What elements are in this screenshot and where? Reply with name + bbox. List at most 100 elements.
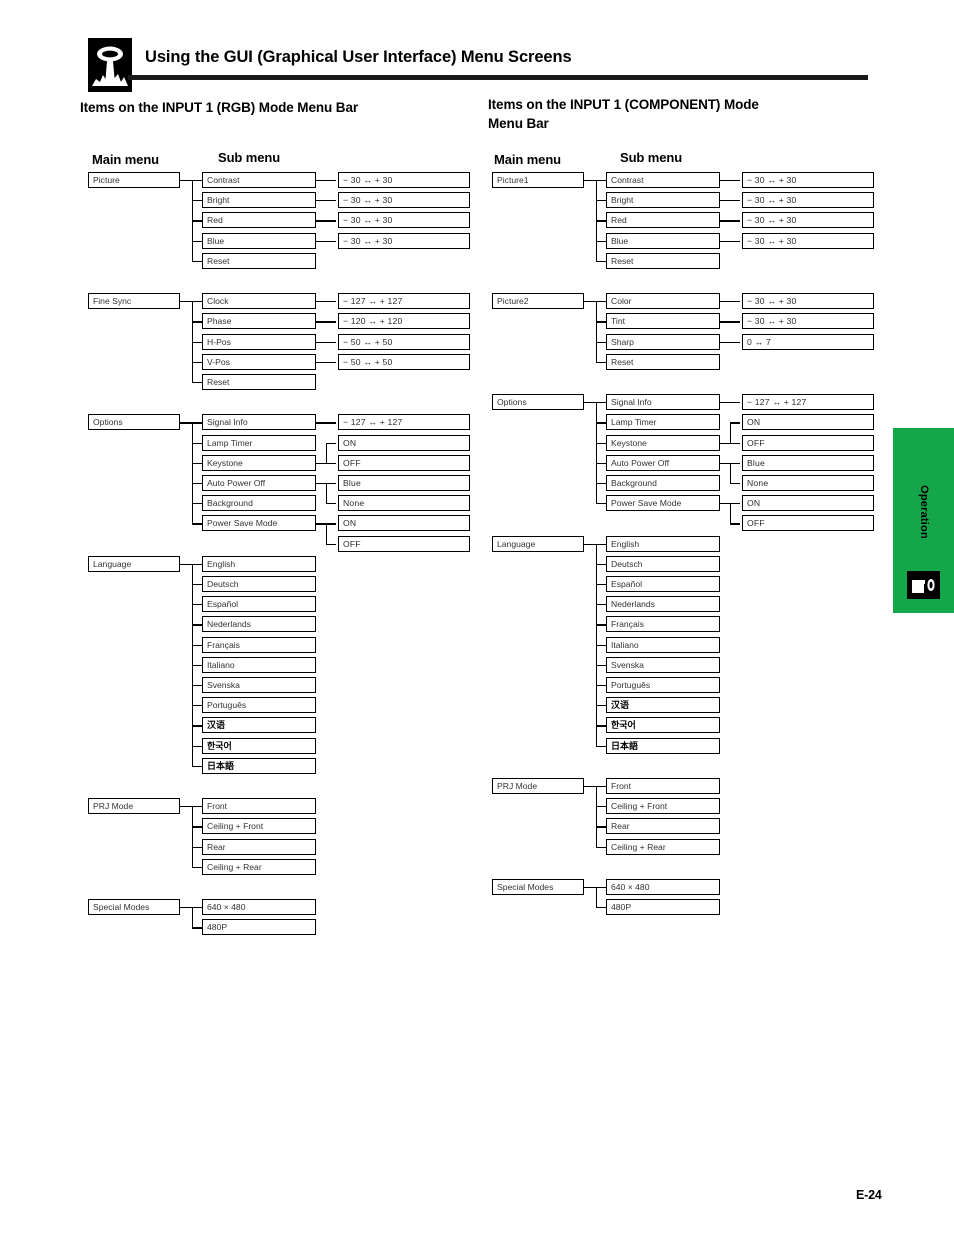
rgb-main-language[interactable]: Language — [88, 555, 180, 572]
rgb-sub-options-power-save-mode[interactable]: Power Save Mode — [202, 515, 316, 532]
rgb-value-50-50-9[interactable]: − 50 ↔ + 50 — [338, 353, 470, 370]
component-sub-picture2-sharp[interactable]: Sharp — [606, 333, 720, 350]
rgb-main-special-modes[interactable]: Special Modes — [88, 899, 180, 916]
component-value-on-16[interactable]: ON — [742, 495, 874, 512]
component-sub-options-background[interactable]: Background — [606, 475, 720, 491]
component-value-30-30-0[interactable]: − 30 ↔ + 30 — [742, 172, 874, 188]
rgb-sub-picture-red[interactable]: Red — [202, 212, 316, 229]
component-value-0-7-8[interactable]: 0 ↔ 7 — [742, 333, 874, 350]
rgb-value-30-30-0[interactable]: − 30 ↔ + 30 — [338, 172, 470, 188]
rgb-value-on-17[interactable]: ON — [338, 515, 470, 532]
component-sub-picture1-red[interactable]: Red — [606, 212, 720, 229]
component-sub-prj-mode-rear[interactable]: Rear — [606, 818, 720, 835]
component-sub-picture1-reset[interactable]: Reset — [606, 252, 720, 269]
rgb-sub-language-english[interactable]: English — [202, 555, 316, 572]
component-value-on-12[interactable]: ON — [742, 414, 874, 431]
side-tab-operation[interactable]: Operation — [893, 428, 954, 613]
component-sub-picture2-tint[interactable]: Tint — [606, 313, 720, 330]
rgb-sub-language-espa-ol[interactable]: Español — [202, 596, 316, 613]
rgb-sub-language-svenska[interactable]: Svenska — [202, 677, 316, 693]
rgb-sub-fine-sync-v-pos[interactable]: V-Pos — [202, 353, 316, 370]
rgb-value-none-16[interactable]: None — [338, 495, 470, 512]
rgb-sub-fine-sync-phase[interactable]: Phase — [202, 313, 316, 330]
rgb-sub-prj-mode-ceiling-rear[interactable]: Ceiling + Rear — [202, 858, 316, 875]
component-sub-prj-mode-ceiling-rear[interactable]: Ceiling + Rear — [606, 838, 720, 855]
component-sub-picture1-bright[interactable]: Bright — [606, 192, 720, 209]
component-value-30-30-6[interactable]: − 30 ↔ + 30 — [742, 293, 874, 310]
component-sub-options-auto-power-off[interactable]: Auto Power Off — [606, 454, 720, 471]
rgb-sub-picture-reset[interactable]: Reset — [202, 252, 316, 269]
component-sub-language-svenska[interactable]: Svenska — [606, 656, 720, 673]
component-value-30-30-7[interactable]: − 30 ↔ + 30 — [742, 313, 874, 330]
rgb-sub-language-item[interactable]: 한국어 — [202, 737, 316, 754]
component-value-off-17[interactable]: OFF — [742, 515, 874, 532]
component-sub-language-item[interactable]: 한국어 — [606, 717, 720, 734]
component-sub-picture1-blue[interactable]: Blue — [606, 232, 720, 249]
component-sub-options-power-save-mode[interactable]: Power Save Mode — [606, 495, 720, 512]
rgb-value-on-13[interactable]: ON — [338, 434, 470, 451]
component-sub-language-espa-ol[interactable]: Español — [606, 576, 720, 592]
rgb-value-50-50-8[interactable]: − 50 ↔ + 50 — [338, 333, 470, 350]
rgb-value-30-30-3[interactable]: − 30 ↔ + 30 — [338, 232, 470, 249]
rgb-sub-prj-mode-ceiling-front[interactable]: Ceiling + Front — [202, 818, 316, 835]
rgb-sub-options-signal-info[interactable]: Signal Info — [202, 414, 316, 431]
rgb-sub-picture-bright[interactable]: Bright — [202, 192, 316, 209]
component-value-30-30-1[interactable]: − 30 ↔ + 30 — [742, 192, 874, 209]
rgb-value-30-30-1[interactable]: − 30 ↔ + 30 — [338, 192, 470, 209]
rgb-sub-language-nederlands[interactable]: Nederlands — [202, 616, 316, 633]
rgb-sub-options-keystone[interactable]: Keystone — [202, 454, 316, 471]
rgb-sub-language-fran-ais[interactable]: Français — [202, 636, 316, 653]
rgb-sub-language-item[interactable]: 日本語 — [202, 757, 316, 774]
component-main-special-modes[interactable]: Special Modes — [492, 879, 584, 895]
component-main-prj-mode[interactable]: PRJ Mode — [492, 778, 584, 794]
rgb-main-fine-sync[interactable]: Fine Sync — [88, 293, 180, 310]
rgb-main-prj-mode[interactable]: PRJ Mode — [88, 798, 180, 815]
rgb-sub-picture-contrast[interactable]: Contrast — [202, 172, 316, 188]
rgb-sub-options-auto-power-off[interactable]: Auto Power Off — [202, 475, 316, 491]
component-sub-options-signal-info[interactable]: Signal Info — [606, 394, 720, 411]
component-sub-language-deutsch[interactable]: Deutsch — [606, 555, 720, 572]
component-sub-language-portugu-s[interactable]: Português — [606, 677, 720, 693]
component-sub-prj-mode-ceiling-front[interactable]: Ceiling + Front — [606, 798, 720, 815]
rgb-sub-prj-mode-rear[interactable]: Rear — [202, 838, 316, 855]
rgb-sub-fine-sync-h-pos[interactable]: H-Pos — [202, 333, 316, 350]
rgb-sub-language-item[interactable]: 汉语 — [202, 717, 316, 734]
rgb-sub-options-lamp-timer[interactable]: Lamp Timer — [202, 434, 316, 451]
component-sub-picture1-contrast[interactable]: Contrast — [606, 172, 720, 188]
rgb-value-off-18[interactable]: OFF — [338, 535, 470, 552]
component-sub-picture2-reset[interactable]: Reset — [606, 353, 720, 370]
component-sub-special-modes-640-480[interactable]: 640 × 480 — [606, 879, 720, 895]
rgb-value-30-30-2[interactable]: − 30 ↔ + 30 — [338, 212, 470, 229]
component-sub-language-nederlands[interactable]: Nederlands — [606, 596, 720, 613]
rgb-sub-prj-mode-front[interactable]: Front — [202, 798, 316, 815]
component-sub-prj-mode-front[interactable]: Front — [606, 778, 720, 794]
rgb-value-blue-15[interactable]: Blue — [338, 475, 470, 491]
rgb-main-options[interactable]: Options — [88, 414, 180, 431]
component-main-picture2[interactable]: Picture2 — [492, 293, 584, 310]
component-value-127-127-11[interactable]: − 127 ↔ + 127 — [742, 394, 874, 411]
component-sub-special-modes-480p[interactable]: 480P — [606, 899, 720, 916]
rgb-sub-options-background[interactable]: Background — [202, 495, 316, 512]
rgb-value-127-127-12[interactable]: − 127 ↔ + 127 — [338, 414, 470, 431]
rgb-sub-fine-sync-clock[interactable]: Clock — [202, 293, 316, 310]
component-sub-options-lamp-timer[interactable]: Lamp Timer — [606, 414, 720, 431]
component-main-language[interactable]: Language — [492, 535, 584, 552]
component-sub-language-english[interactable]: English — [606, 535, 720, 552]
rgb-sub-language-italiano[interactable]: Italiano — [202, 656, 316, 673]
component-sub-language-italiano[interactable]: Italiano — [606, 636, 720, 653]
rgb-value-127-127-6[interactable]: − 127 ↔ + 127 — [338, 293, 470, 310]
component-value-none-15[interactable]: None — [742, 475, 874, 491]
component-value-blue-14[interactable]: Blue — [742, 454, 874, 471]
rgb-sub-picture-blue[interactable]: Blue — [202, 232, 316, 249]
rgb-sub-language-portugu-s[interactable]: Português — [202, 697, 316, 714]
component-sub-language-item[interactable]: 日本語 — [606, 737, 720, 754]
rgb-value-off-14[interactable]: OFF — [338, 454, 470, 471]
rgb-sub-language-deutsch[interactable]: Deutsch — [202, 576, 316, 592]
component-sub-options-keystone[interactable]: Keystone — [606, 434, 720, 451]
rgb-sub-fine-sync-reset[interactable]: Reset — [202, 374, 316, 390]
rgb-main-picture[interactable]: Picture — [88, 172, 180, 188]
rgb-value-120-120-7[interactable]: − 120 ↔ + 120 — [338, 313, 470, 330]
component-value-off-13[interactable]: OFF — [742, 434, 874, 451]
rgb-sub-special-modes-640-480[interactable]: 640 × 480 — [202, 899, 316, 916]
component-sub-picture2-color[interactable]: Color — [606, 293, 720, 310]
